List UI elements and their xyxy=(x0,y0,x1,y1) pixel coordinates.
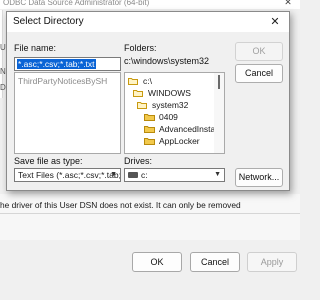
background-close-icon[interactable]: ✕ xyxy=(282,0,294,7)
open-folder-icon xyxy=(133,90,143,97)
save-type-value: Text Files (*.asc;*.csv;*.tab;*.txt) xyxy=(18,170,121,180)
background-side-letter: U xyxy=(0,43,6,52)
background-cancel-button[interactable]: Cancel xyxy=(190,252,240,272)
file-list[interactable]: ThirdPartyNoticesBySH xyxy=(14,72,121,154)
chevron-down-icon: ▼ xyxy=(214,171,221,178)
select-directory-dialog: Select Directory ✕ File name: *.asc;*.cs… xyxy=(6,11,290,191)
background-window-title: ODBC Data Source Administrator (64-bit) xyxy=(0,0,300,9)
folder-item[interactable]: c:\ xyxy=(128,76,153,87)
drive-icon xyxy=(128,172,138,178)
network-button[interactable]: Network... xyxy=(235,168,283,187)
folder-item[interactable]: AppLocker xyxy=(144,136,201,147)
open-folder-icon xyxy=(137,102,147,109)
folders-label: Folders: xyxy=(124,43,157,53)
folder-list-scrollbar[interactable] xyxy=(214,73,224,153)
background-ok-button[interactable]: OK xyxy=(132,252,182,272)
close-icon[interactable]: ✕ xyxy=(265,14,285,30)
folder-icon xyxy=(144,138,155,145)
background-side-letter: N xyxy=(0,67,6,76)
chevron-down-icon: ▼ xyxy=(110,171,117,178)
cancel-button[interactable]: Cancel xyxy=(235,64,283,83)
folder-icon xyxy=(144,114,155,121)
folder-item[interactable]: system32 xyxy=(137,100,189,111)
folder-item[interactable]: 0409 xyxy=(144,112,179,123)
ok-button[interactable]: OK xyxy=(235,42,283,61)
dialog-titlebar: Select Directory ✕ xyxy=(7,12,289,32)
drives-value: c: xyxy=(141,170,148,180)
dialog-title: Select Directory xyxy=(13,16,84,27)
background-divider xyxy=(0,213,300,214)
open-folder-icon xyxy=(128,78,138,85)
save-type-select[interactable]: Text Files (*.asc;*.csv;*.tab;*.txt) ▼ xyxy=(14,168,121,182)
background-side-letter: D xyxy=(0,83,6,92)
save-type-label: Save file as type: xyxy=(14,156,83,166)
drives-label: Drives: xyxy=(124,156,153,166)
folder-item[interactable]: AdvancedInstallers xyxy=(144,124,224,135)
folder-list[interactable]: c:\ WINDOWS system32 0409 AdvancedInstal… xyxy=(124,72,225,154)
folder-item[interactable]: WINDOWS xyxy=(133,88,192,99)
folder-icon xyxy=(144,126,155,133)
drives-select[interactable]: c: ▼ xyxy=(124,168,225,182)
file-name-value: *.asc;*.csv;*.tab;*.txt xyxy=(17,59,96,69)
list-item[interactable]: ThirdPartyNoticesBySH xyxy=(18,76,118,87)
current-folder-path: c:\windows\system32 xyxy=(124,56,210,66)
file-name-input[interactable]: *.asc;*.csv;*.tab;*.txt xyxy=(14,57,121,71)
background-apply-button[interactable]: Apply xyxy=(247,252,297,272)
scrollbar-thumb[interactable] xyxy=(218,75,220,89)
file-name-label: File name: xyxy=(14,43,57,53)
background-warning-message: he driver of this User DSN does not exis… xyxy=(0,200,241,210)
